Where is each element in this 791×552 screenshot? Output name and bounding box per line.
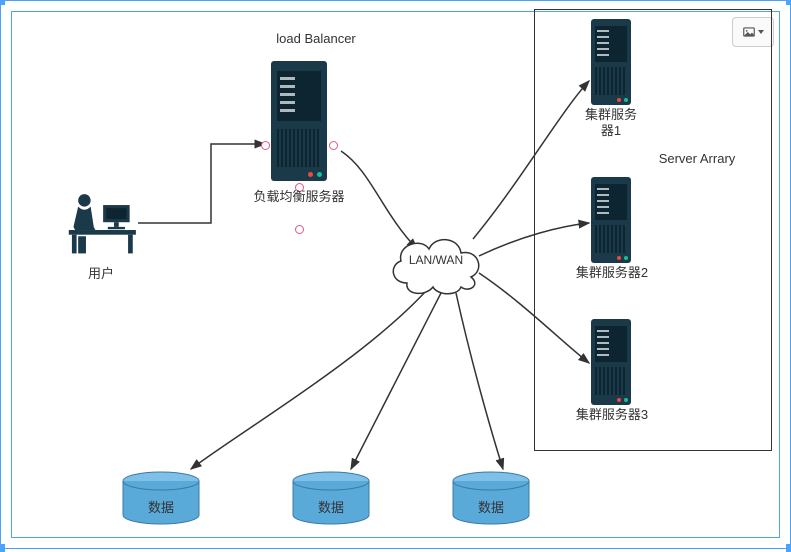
port-label-bottom[interactable]	[295, 225, 304, 234]
database-1[interactable]: 数据	[121, 471, 201, 525]
database-2-label: 数据	[291, 497, 371, 516]
database-3[interactable]: 数据	[451, 471, 531, 525]
cluster-server-1-label: 集群服务器1	[581, 107, 641, 138]
port-left[interactable]	[261, 141, 270, 150]
user-at-desk-icon	[61, 191, 139, 255]
resize-handle-tr[interactable]	[786, 0, 791, 5]
cluster-server-2[interactable]	[591, 177, 631, 263]
load-balancer-server[interactable]	[271, 61, 327, 181]
user-label: 用户	[71, 263, 131, 282]
cluster-server-1[interactable]	[591, 19, 631, 105]
cloud-node[interactable]: LAN/WAN	[381, 227, 491, 297]
load-balancer-title: load Balancer	[261, 31, 371, 46]
resize-handle-bl[interactable]	[0, 544, 5, 552]
user-node[interactable]	[61, 191, 139, 255]
cluster-server-3-label: 集群服务器3	[575, 407, 649, 423]
port-right[interactable]	[329, 141, 338, 150]
resize-handle-tl[interactable]	[0, 0, 5, 5]
load-balancer-label: 负载均衡服务器	[243, 189, 355, 206]
database-2[interactable]: 数据	[291, 471, 371, 525]
resize-handle-br[interactable]	[786, 544, 791, 552]
diagram-canvas[interactable]: load Balancer 用户 负载均衡服务器 LAN/WAN Server …	[0, 0, 791, 549]
database-1-label: 数据	[121, 497, 201, 516]
cluster-server-3[interactable]	[591, 319, 631, 405]
server-array-box[interactable]	[534, 9, 772, 451]
cluster-server-2-label: 集群服务器2	[575, 265, 649, 281]
cloud-label: LAN/WAN	[381, 253, 491, 267]
database-3-label: 数据	[451, 497, 531, 516]
server-array-title: Server Arrary	[637, 151, 757, 166]
